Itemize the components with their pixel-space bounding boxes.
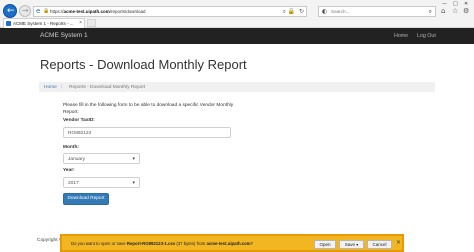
tab-strip: ACME System 1 - Reports - ... × [0, 18, 474, 28]
month-label: Month: [63, 145, 79, 150]
security-lock-icon[interactable]: 🔒 [288, 8, 295, 15]
form-instructions: Please fill in the following form to be … [63, 103, 234, 115]
address-bar[interactable]: e 🔒 https://acme-test.uipath.com/reports… [33, 6, 307, 17]
search-icon[interactable]: ⌕ [283, 8, 286, 15]
magnifier-icon[interactable]: ⌕ [429, 8, 432, 15]
search-placeholder: Search... [331, 9, 350, 14]
lock-icon: 🔒 [43, 8, 50, 14]
brand-link[interactable]: ACME System 1 [40, 32, 88, 39]
nav-home-link[interactable]: Home [394, 33, 408, 39]
settings-gear-icon[interactable]: ⚙ [463, 7, 469, 15]
cancel-button[interactable]: Cancel [367, 240, 392, 249]
refresh-icon[interactable]: ↻ [299, 8, 304, 15]
close-icon[interactable]: × [396, 239, 401, 246]
chevron-down-icon: ▾ [132, 156, 135, 162]
breadcrumb-separator: / [61, 84, 63, 90]
browser-search-box[interactable]: ◐ Search... ⌕ [318, 6, 436, 17]
vendor-taxid-label: Vendor TaxID: [63, 118, 95, 123]
arrow-right-icon: → [22, 6, 29, 15]
back-button[interactable]: ← [3, 4, 17, 18]
new-tab-button[interactable] [87, 19, 96, 27]
chevron-down-icon: ▾ [132, 180, 135, 186]
ie-icon: e [36, 7, 41, 15]
breadcrumb-current: Reports - Download Monthly Report [69, 84, 146, 90]
url-text: https://acme-test.uipath.com/reports/dow… [50, 9, 146, 14]
save-button[interactable]: Save ▾ [339, 240, 364, 249]
home-icon[interactable]: ⌂ [441, 7, 445, 15]
breadcrumb: Home / Reports - Download Monthly Report [39, 82, 435, 92]
open-button[interactable]: Open [314, 240, 336, 249]
month-selected-value: January [68, 156, 86, 162]
arrow-left-icon: ← [7, 6, 15, 16]
vendor-taxid-value: RO892123 [68, 130, 92, 136]
tab-title: ACME System 1 - Reports - ... [13, 21, 74, 26]
favorites-star-icon[interactable]: ☆ [452, 7, 458, 15]
chevron-down-icon: ▾ [356, 242, 359, 247]
search-provider-icon: ◐ [322, 8, 328, 15]
breadcrumb-home-link[interactable]: Home [44, 85, 57, 90]
year-select[interactable]: 2017 ▾ [63, 177, 140, 188]
save-button-label: Save [344, 242, 355, 247]
vendor-taxid-input[interactable]: RO892123 [63, 127, 231, 138]
download-report-button[interactable]: Download Report [63, 193, 109, 205]
browser-tab[interactable]: ACME System 1 - Reports - ... × [3, 18, 85, 28]
download-message: Do you want to open or save Report-RO892… [71, 241, 254, 246]
year-label: Year: [63, 168, 75, 173]
site-navbar: ACME System 1 Home Log Out [0, 28, 474, 44]
month-select[interactable]: January ▾ [63, 153, 140, 164]
forward-button[interactable]: → [19, 5, 31, 17]
nav-logout-link[interactable]: Log Out [417, 33, 436, 39]
tab-close-icon[interactable]: × [79, 20, 82, 26]
page-title: Reports - Download Monthly Report [40, 57, 247, 72]
site-favicon-icon [6, 21, 11, 26]
download-notification-bar: Do you want to open or save Report-RO892… [60, 234, 404, 252]
year-selected-value: 2017 [68, 180, 79, 186]
